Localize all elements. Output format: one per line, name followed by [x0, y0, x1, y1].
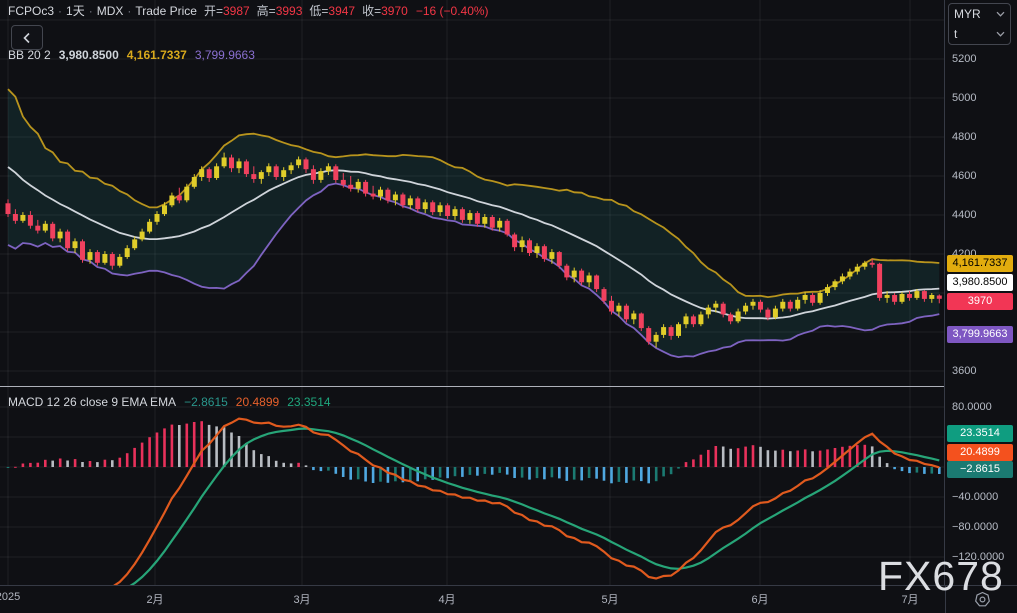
- bb-indicator-row[interactable]: BB 20 2 3,980.8500 4,161.7337 3,799.9663: [8, 48, 255, 63]
- macd-tick--120: −120.0000: [952, 551, 1004, 563]
- series-type-label: Trade Price: [135, 4, 197, 18]
- macd-signal-value: 23.3514: [287, 395, 330, 409]
- chevron-down-icon: [996, 31, 1005, 37]
- bb-upper-value: 4,161.7337: [127, 48, 187, 62]
- exchange-label: MDX: [97, 4, 124, 18]
- separator-dot: ·: [85, 4, 97, 18]
- axis-settings-corner: [945, 586, 1017, 613]
- macd-title: MACD 12 26 close 9 EMA EMA: [8, 395, 176, 409]
- separator-dot: ·: [123, 4, 135, 18]
- price-tick-5200: 5200: [952, 53, 976, 65]
- separator-dot: ·: [54, 4, 66, 18]
- change-value: −16 (−0.40%): [416, 4, 489, 18]
- price-axis[interactable]: MYR t 5200500048004600440042003600 4,161…: [944, 0, 1017, 585]
- bb-basis-value: 3,980.8500: [59, 48, 119, 62]
- price-tick-4400: 4400: [952, 209, 976, 221]
- symbol-name: FCPOc3: [8, 4, 54, 18]
- chevron-down-icon: [996, 11, 1005, 17]
- unit-dropdown[interactable]: t: [949, 24, 1010, 44]
- month-label-5月: 5月: [601, 591, 618, 607]
- macd-signal-tag: 23.3514: [947, 425, 1013, 442]
- ohlc-value-0: 3987: [223, 4, 250, 18]
- bb-title: BB 20 2: [8, 48, 51, 62]
- ohlc-value-3: 3970: [381, 4, 408, 18]
- macd-hist-tag: −2.8615: [947, 461, 1013, 478]
- interval-label: 1天: [66, 4, 85, 18]
- ohlc-label-1: 高=: [257, 4, 276, 18]
- settings-gear-icon[interactable]: [974, 591, 991, 608]
- ohlc-label-2: 低=: [309, 4, 328, 18]
- price-tick-4800: 4800: [952, 131, 976, 143]
- price-tick-5000: 5000: [952, 92, 976, 104]
- month-label-2月: 2月: [146, 591, 163, 607]
- ohlc-label-3: 收=: [362, 4, 381, 18]
- bb-basis-tag: 3,980.8500: [947, 274, 1013, 291]
- macd-tick--40: −40.0000: [952, 491, 998, 503]
- month-label-6月: 6月: [751, 591, 768, 607]
- trading-chart-app: FCPOc3·1天·MDX·Trade Price开=3987高=3993低=3…: [0, 0, 1017, 613]
- ohlc-label-0: 开=: [204, 4, 223, 18]
- unit-label: t: [954, 27, 957, 41]
- currency-label: MYR: [954, 7, 981, 21]
- price-tick-4600: 4600: [952, 170, 976, 182]
- month-label-2025: 2025: [0, 591, 20, 603]
- ohlc-value-1: 3993: [276, 4, 303, 18]
- month-label-3月: 3月: [293, 591, 310, 607]
- macd-indicator-row[interactable]: MACD 12 26 close 9 EMA EMA −2.8615 20.4899…: [8, 395, 331, 410]
- month-label-4月: 4月: [438, 591, 455, 607]
- price-macd-chart[interactable]: [0, 0, 944, 585]
- chart-canvas[interactable]: FCPOc3·1天·MDX·Trade Price开=3987高=3993低=3…: [0, 0, 944, 585]
- price-tick-3600: 3600: [952, 365, 976, 377]
- bb-upper-tag: 4,161.7337: [947, 255, 1013, 272]
- last-price-tag: 3970: [947, 293, 1013, 310]
- month-label-7月: 7月: [901, 591, 918, 607]
- time-axis[interactable]: 2025 2月 3月 4月 5月 6月 7月: [0, 585, 1017, 613]
- macd-tick-80: 80.0000: [952, 401, 992, 413]
- macd-tick--80: −80.0000: [952, 521, 998, 533]
- bb-lower-tag: 3,799.9663: [947, 326, 1013, 343]
- ohlc-value-2: 3947: [328, 4, 355, 18]
- bb-lower-value: 3,799.9663: [195, 48, 255, 62]
- symbol-info-row[interactable]: FCPOc3·1天·MDX·Trade Price开=3987高=3993低=3…: [8, 4, 489, 19]
- axis-unit-selector: MYR t: [948, 3, 1011, 45]
- back-button[interactable]: [11, 25, 43, 50]
- chevron-left-icon: [22, 32, 32, 44]
- macd-hist-value: −2.8615: [184, 395, 228, 409]
- currency-dropdown[interactable]: MYR: [949, 4, 1010, 24]
- macd-line-tag: 20.4899: [947, 444, 1013, 461]
- macd-line-value: 20.4899: [236, 395, 279, 409]
